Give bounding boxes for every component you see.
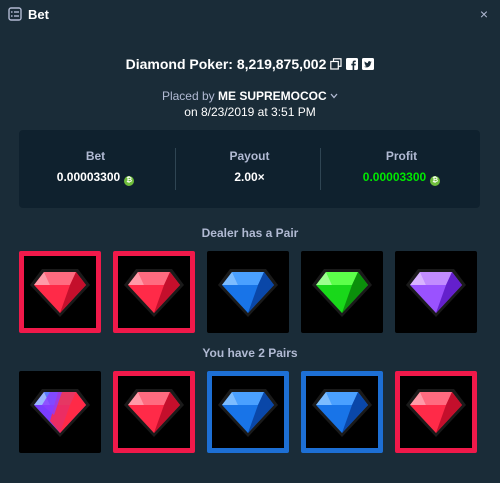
bitcoin-icon: ₿: [430, 176, 441, 186]
bet-value: 0.00003300: [56, 170, 121, 184]
facebook-icon[interactable]: [346, 58, 359, 70]
divider: [320, 148, 321, 190]
copy-icon[interactable]: [330, 58, 342, 70]
red-gem-icon: [124, 269, 184, 317]
red-gem-icon: [30, 269, 90, 317]
blue-gem-icon: [312, 389, 372, 437]
purple-gem-icon: [406, 269, 466, 317]
red-gem-icon: [124, 389, 184, 437]
placed-date: on 8/23/2019 at 3:51 PM: [184, 105, 316, 119]
multi-gem-icon: [30, 389, 90, 437]
blue-gem-icon: [218, 269, 278, 317]
bet-label: Bet: [85, 149, 106, 163]
bet-value-row: 0.00003300 ₿: [19, 170, 172, 186]
player-card: [19, 371, 101, 453]
dealer-card: [301, 251, 383, 333]
player-card: [395, 371, 477, 453]
dealer-card: [207, 251, 289, 333]
player-card: [113, 371, 195, 453]
bitcoin-icon: ₿: [124, 176, 135, 186]
profit-value-row: 0.00003300 ₿: [325, 170, 478, 186]
game-id-line: Diamond Poker: 8,219,875,002: [0, 56, 500, 72]
dealer-card: [19, 251, 101, 333]
bet-stat: Bet 0.00003300 ₿: [19, 130, 172, 208]
payout-label: Payout: [229, 149, 270, 163]
payout-stat: Payout 2.00×: [173, 130, 326, 208]
dealer-card: [113, 251, 195, 333]
dealer-result-title: Dealer has a Pair: [201, 226, 299, 240]
green-gem-icon: [312, 269, 372, 317]
twitter-icon[interactable]: [362, 58, 375, 70]
player-card: [207, 371, 289, 453]
profit-label: Profit: [385, 149, 418, 163]
player-card: [301, 371, 383, 453]
modal-header: Bet ×: [0, 0, 500, 30]
chevron-down-icon[interactable]: [330, 93, 338, 99]
username-link[interactable]: ME SUPREMOCOC: [218, 89, 327, 103]
dealer-card: [395, 251, 477, 333]
close-icon[interactable]: ×: [480, 6, 488, 22]
player-result-title: You have 2 Pairs: [202, 346, 298, 360]
profit-stat: Profit 0.00003300 ₿: [325, 130, 478, 208]
profit-value: 0.00003300: [362, 170, 427, 184]
placed-by-line: Placed by ME SUPREMOCOC: [0, 89, 500, 103]
modal-title: Bet: [28, 7, 49, 22]
game-title: Diamond Poker: 8,219,875,002: [125, 56, 327, 72]
bet-stats-panel: Bet 0.00003300 ₿ Payout 2.00× Profit 0.00…: [19, 130, 480, 208]
payout-value: 2.00×: [234, 170, 265, 184]
checklist-icon: [8, 7, 22, 21]
blue-gem-icon: [218, 389, 278, 437]
red-gem-icon: [406, 389, 466, 437]
placed-by-prefix: Placed by: [161, 89, 215, 103]
